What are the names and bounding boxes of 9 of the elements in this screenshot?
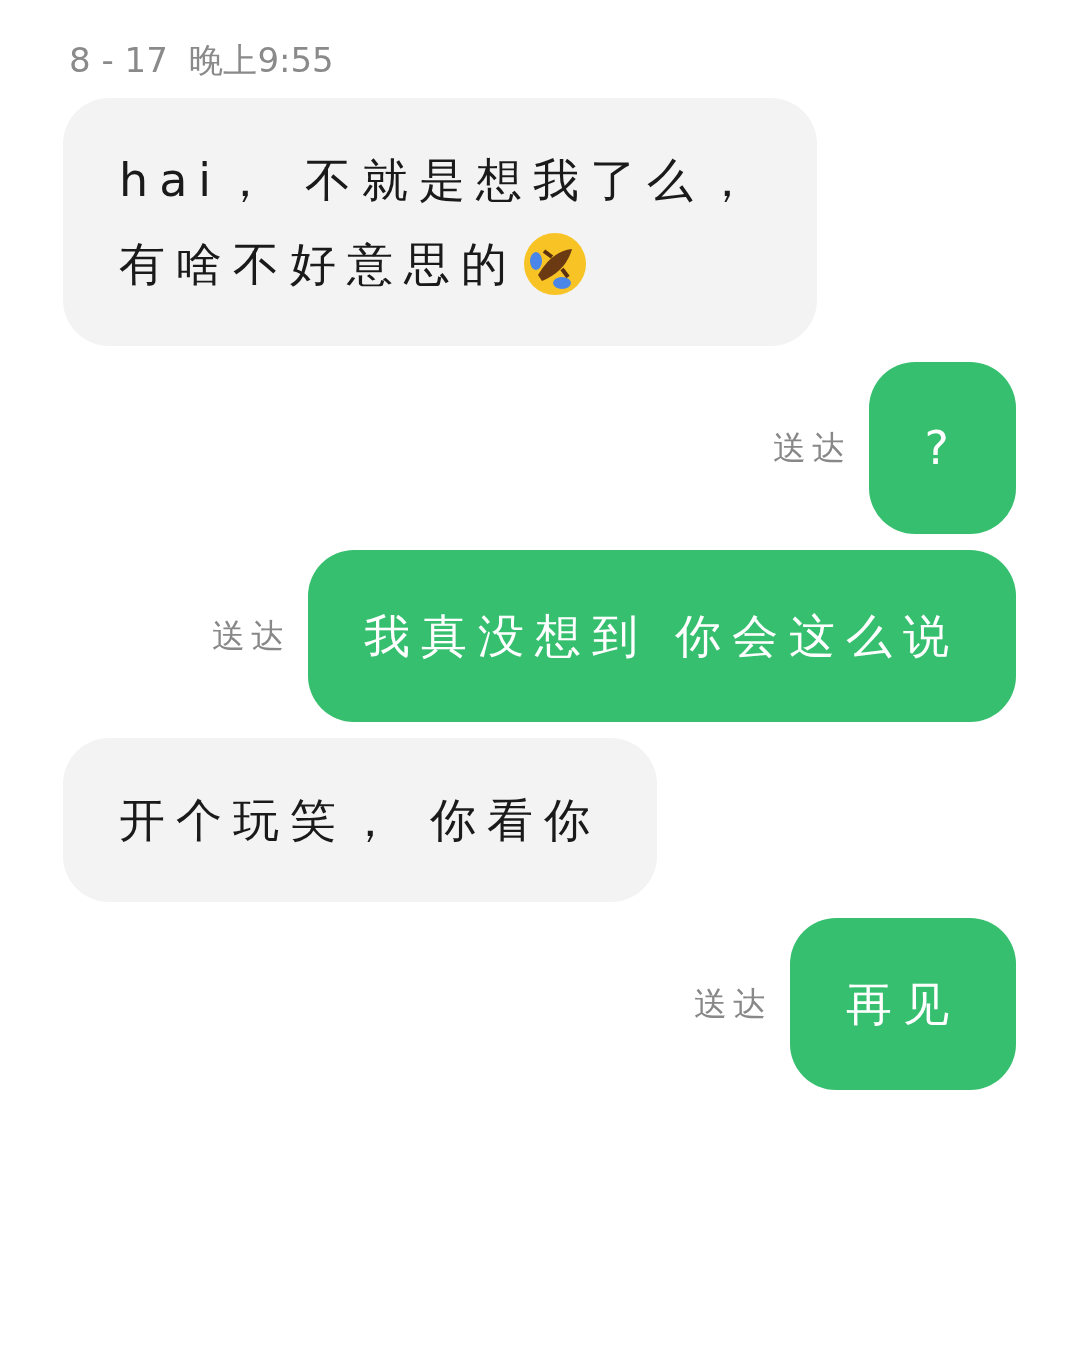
sent-message-bubble: 我真没想到 你会这么说 [308, 550, 1016, 722]
delivered-status: 送达 [212, 614, 291, 657]
sent-message-bubble: ? [868, 362, 1016, 534]
timestamp: 8 - 17 晚上9:55 [68, 39, 335, 82]
delivered-status: 送达 [694, 982, 772, 1025]
received-message-bubble: hai， 不就是想我了么， 有啥不好意思的 [63, 98, 817, 346]
sent-message-bubble: 再见 [790, 918, 1016, 1090]
received-message-bubble: 开个玩笑， 你看你 [63, 738, 657, 902]
delivered-status: 送达 [772, 426, 851, 469]
